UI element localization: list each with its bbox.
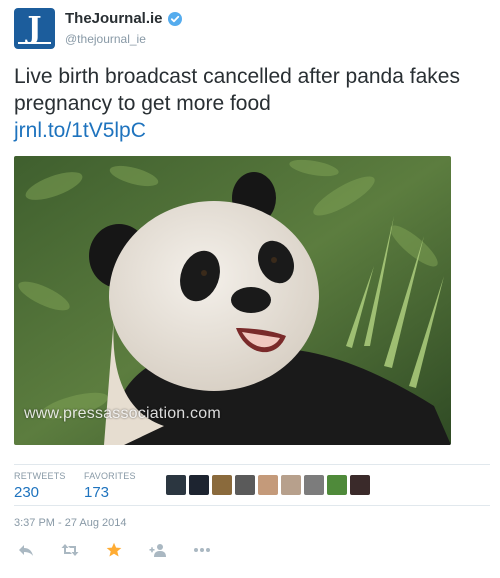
favoriter-avatar[interactable]: [235, 475, 255, 495]
photo-watermark: www.pressassociation.com: [24, 405, 221, 422]
tweet-body: Live birth broadcast cancelled after pan…: [14, 65, 460, 115]
account-names: TheJournal.ie @thejournal_ie: [65, 10, 182, 46]
account-name[interactable]: TheJournal.ie: [65, 10, 182, 27]
favoriter-avatar[interactable]: [258, 475, 278, 495]
follow-button[interactable]: [148, 542, 168, 558]
favorites-count: 173: [84, 484, 110, 501]
avatar-underline: [18, 42, 51, 44]
panda-photo: [14, 156, 451, 445]
favoriter-avatar[interactable]: [166, 475, 186, 495]
retweet-icon: [61, 544, 79, 556]
retweets-count: 230: [14, 484, 40, 501]
retweets-stat[interactable]: RETWEETS 230: [14, 471, 66, 501]
avatar[interactable]: J: [14, 8, 55, 49]
favorite-icon: [106, 542, 122, 557]
more-icon: [194, 548, 210, 552]
tweet-stats: RETWEETS 230 FAVORITES 173: [14, 464, 490, 506]
retweet-button[interactable]: [60, 542, 80, 558]
tweet-photo[interactable]: www.pressassociation.com: [14, 156, 451, 445]
favoriter-avatar[interactable]: [350, 475, 370, 495]
reply-button[interactable]: [16, 542, 36, 558]
retweets-label: RETWEETS: [14, 471, 66, 481]
tweet-timestamp[interactable]: 3:37 PM - 27 Aug 2014: [14, 517, 127, 529]
account-name-text: TheJournal.ie: [65, 10, 163, 27]
reply-icon: [19, 545, 33, 556]
favorite-button[interactable]: [104, 542, 124, 558]
favorites-stat[interactable]: FAVORITES 173: [84, 471, 136, 501]
account-handle[interactable]: @thejournal_ie: [65, 32, 182, 46]
favoriter-avatars: [166, 475, 370, 495]
tweet-header: J TheJournal.ie @thejournal_ie: [14, 8, 484, 50]
tweet-actions: [16, 540, 236, 560]
favoriter-avatar[interactable]: [212, 475, 232, 495]
tweet-link[interactable]: jrnl.to/1tV5lpC: [14, 117, 494, 144]
favoriter-avatar[interactable]: [327, 475, 347, 495]
favorites-label: FAVORITES: [84, 471, 136, 481]
tweet-text: Live birth broadcast cancelled after pan…: [14, 63, 494, 144]
more-button[interactable]: [192, 542, 212, 558]
favoriter-avatar[interactable]: [189, 475, 209, 495]
follow-icon: [149, 544, 166, 557]
verified-badge-icon: [167, 11, 182, 26]
favoriter-avatar[interactable]: [281, 475, 301, 495]
favoriter-avatar[interactable]: [304, 475, 324, 495]
